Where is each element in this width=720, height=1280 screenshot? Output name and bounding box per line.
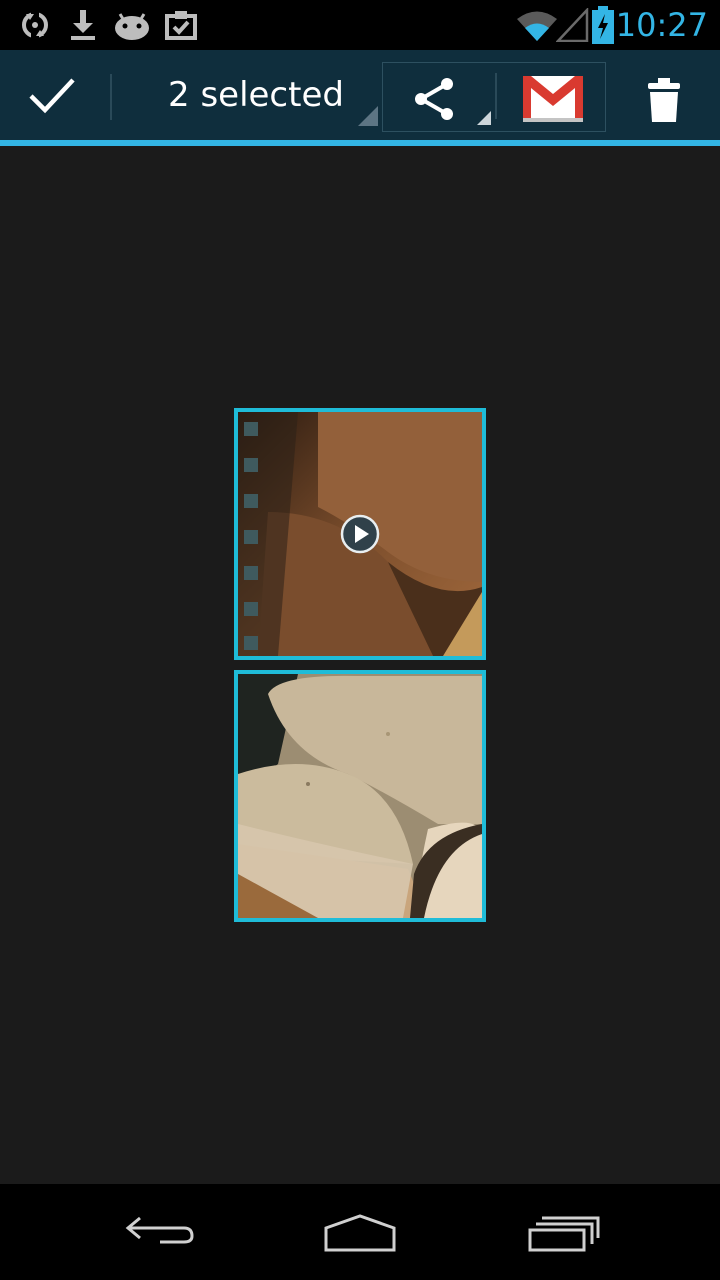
gmail-share-button[interactable] [497, 63, 605, 131]
battery-charging-icon [592, 6, 614, 44]
trash-icon [648, 78, 680, 122]
home-icon [324, 1214, 396, 1252]
home-button[interactable] [300, 1204, 420, 1260]
back-icon [125, 1216, 194, 1244]
play-icon [340, 514, 380, 554]
video-thumbnail-selected[interactable] [234, 408, 486, 660]
clock: 10:27 [615, 6, 708, 44]
dropdown-indicator [358, 106, 378, 126]
share-button[interactable] [383, 63, 495, 131]
done-check-icon [29, 78, 75, 114]
wifi-icon [517, 11, 557, 41]
selection-count-label: 2 selected [168, 75, 344, 115]
clipboard-check-icon [165, 11, 197, 40]
download-icon [71, 10, 95, 40]
photo-image [238, 674, 482, 918]
back-button[interactable] [100, 1204, 220, 1260]
navigation-bar [0, 1184, 720, 1280]
action-bar: 2 selected [0, 50, 720, 140]
recent-apps-button[interactable] [502, 1204, 622, 1260]
share-group [382, 62, 606, 132]
share-dropdown-indicator [477, 111, 491, 125]
gmail-icon [523, 76, 583, 122]
status-bar: 10:27 [0, 0, 720, 50]
done-button[interactable] [0, 50, 108, 140]
action-bar-underline [0, 140, 720, 146]
share-icon [415, 78, 453, 120]
recent-apps-icon [528, 1216, 600, 1252]
selection-count-dropdown[interactable]: 2 selected [112, 50, 380, 140]
signal-icon [556, 8, 589, 42]
photo-thumbnail-selected[interactable] [234, 670, 486, 922]
sync-icon [22, 12, 48, 38]
android-icon [115, 13, 149, 40]
delete-button[interactable] [620, 50, 710, 140]
